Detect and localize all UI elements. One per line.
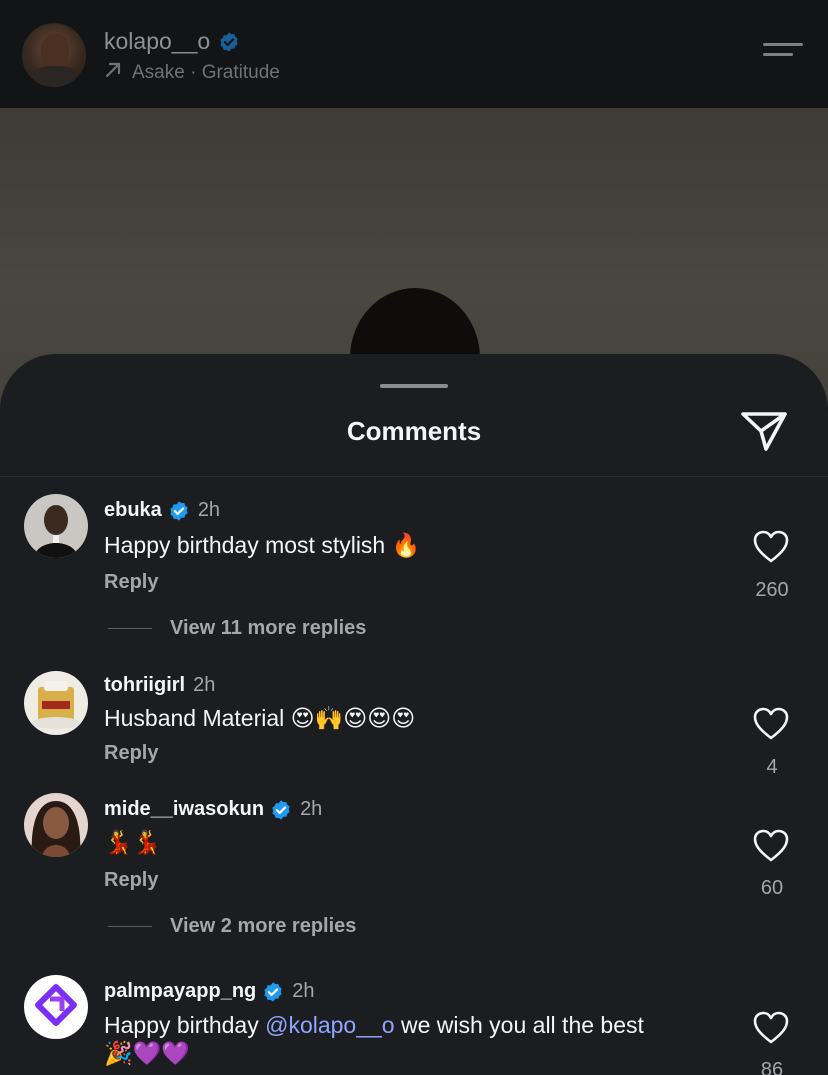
comment-time: 2h [197, 499, 221, 521]
comment-time: 2h [292, 980, 315, 1002]
author-avatar[interactable] [22, 23, 86, 87]
commenter-avatar[interactable] [24, 671, 88, 735]
view-more-replies[interactable]: View 2 more replies [108, 915, 356, 938]
sheet-title: Comments [346, 416, 482, 446]
like-count: 4 [766, 756, 778, 778]
share-send-icon[interactable] [740, 409, 788, 453]
comment-text-part: Happy birthday [104, 1012, 266, 1038]
view-more-label: View 2 more replies [170, 915, 357, 937]
commenter-avatar[interactable] [24, 975, 88, 1039]
comment-time: 2h [193, 674, 216, 696]
commenter-username[interactable]: palmpayapp_ng [104, 980, 256, 1003]
verified-badge-icon [218, 31, 240, 53]
comment-text-part: we wish you all the best [394, 1012, 644, 1038]
post-header: kolapo__o Asake · Gratitude [0, 0, 828, 108]
music-info[interactable]: Asake · Gratitude [104, 61, 280, 85]
comment-text: Happy birthday most stylish 🔥 [104, 532, 421, 558]
like-count: 60 [760, 877, 784, 899]
sheet-drag-handle[interactable] [380, 384, 448, 388]
like-count: 86 [760, 1059, 784, 1075]
like-count: 260 [755, 579, 789, 601]
heart-icon[interactable] [753, 829, 791, 863]
screen: kolapo__o Asake · Gratitude Comments ebu… [0, 0, 828, 1075]
menu-icon[interactable] [763, 43, 805, 65]
comment-header: tohriigirl 2h [104, 674, 215, 697]
commenter-username[interactable]: tohriigirl [104, 674, 185, 697]
sheet-divider [0, 476, 828, 477]
verified-badge-icon [270, 799, 292, 821]
comment-text: Happy birthday @kolapo__o we wish you al… [104, 1012, 644, 1039]
comment-header: mide__iwasokun 2h [104, 798, 322, 821]
music-label: Asake · Gratitude [132, 62, 280, 83]
heart-icon[interactable] [753, 530, 791, 564]
heart-icon[interactable] [753, 707, 791, 741]
user-mention-link[interactable]: @kolapo__o [265, 1012, 395, 1038]
reply-button[interactable]: Reply [104, 869, 158, 892]
view-more-replies[interactable]: View 11 more replies [108, 617, 366, 640]
reply-button[interactable]: Reply [104, 571, 158, 594]
arrow-up-right-icon [104, 61, 122, 85]
verified-badge-icon [168, 500, 190, 522]
author-username[interactable]: kolapo__o [104, 28, 210, 55]
commenter-avatar[interactable] [24, 793, 88, 857]
comment-header: ebuka 2h [104, 499, 220, 522]
commenter-username[interactable]: mide__iwasokun [104, 798, 264, 821]
comment-text-line2: 🎉💜💜 [104, 1041, 190, 1067]
comment-time: 2h [300, 798, 323, 820]
verified-badge-icon [262, 981, 284, 1003]
commenter-username[interactable]: ebuka [104, 499, 162, 522]
commenter-avatar[interactable] [24, 494, 88, 558]
comment-header: palmpayapp_ng 2h [104, 980, 315, 1003]
view-more-label: View 11 more replies [170, 617, 367, 639]
reply-button[interactable]: Reply [104, 742, 158, 765]
comment-text: 💃💃 [104, 830, 162, 856]
comment-text: Husband Material 😍🙌😍😍😍 [104, 705, 416, 731]
author-username-row[interactable]: kolapo__o [104, 28, 240, 55]
heart-icon[interactable] [753, 1011, 791, 1045]
